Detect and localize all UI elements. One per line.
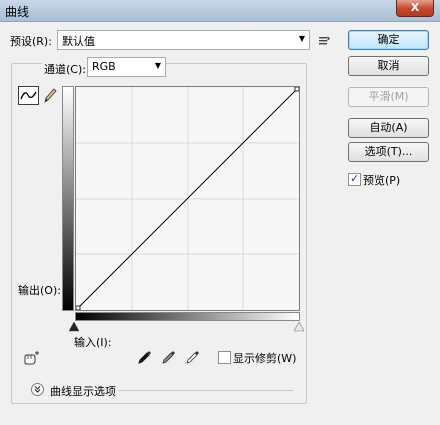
- targeted-adjustment-tool[interactable]: [21, 350, 41, 366]
- cancel-button[interactable]: 取消: [348, 56, 429, 76]
- channel-label: 通道(C):: [42, 61, 88, 77]
- curve-display-options-label: 曲线显示选项: [50, 385, 116, 398]
- input-gradient-bar: [75, 312, 300, 321]
- checkmark-icon: ✓: [350, 172, 360, 185]
- expand-options-toggle[interactable]: [31, 383, 44, 396]
- eyedropper-icon: [186, 351, 199, 364]
- pencil-tool[interactable]: [42, 86, 58, 105]
- double-chevron-down-icon: [34, 386, 41, 393]
- channel-select[interactable]: RGB ▼: [87, 57, 166, 77]
- chevron-down-icon: ▼: [154, 61, 161, 70]
- preset-label: 预设(R):: [10, 35, 52, 48]
- curve-point-tool[interactable]: [18, 86, 39, 105]
- close-button[interactable]: X: [396, 0, 434, 17]
- show-clipping-label: 显示修剪(W): [233, 352, 297, 365]
- divider: [118, 390, 293, 391]
- black-eyedropper[interactable]: [137, 349, 153, 365]
- curve-endpoint-bottom[interactable]: [76, 305, 81, 310]
- channel-value: RGB: [92, 60, 116, 73]
- hand-icon: [24, 351, 39, 365]
- show-clipping-checkbox[interactable]: [218, 351, 231, 364]
- eyedropper-icon: [138, 351, 151, 364]
- eyedropper-icon: [162, 351, 175, 364]
- curve-graph[interactable]: [75, 86, 300, 311]
- pencil-icon: [44, 88, 57, 103]
- white-point-slider[interactable]: [293, 321, 305, 332]
- output-gradient-bar: [62, 86, 74, 311]
- curve-icon: [20, 91, 37, 100]
- curve-endpoint-top[interactable]: [294, 87, 299, 92]
- input-label: 输入(I):: [74, 336, 112, 349]
- ok-button[interactable]: 确定: [348, 30, 429, 50]
- auto-button[interactable]: 自动(A): [348, 118, 429, 138]
- black-point-slider[interactable]: [68, 321, 80, 332]
- options-button[interactable]: 选项(T)...: [348, 142, 429, 162]
- preset-value: 默认值: [62, 35, 95, 48]
- window-title: 曲线: [5, 5, 30, 19]
- title-bar: 曲线 X: [0, 0, 440, 22]
- preview-checkbox[interactable]: ✓: [348, 172, 361, 186]
- gray-eyedropper[interactable]: [161, 349, 177, 365]
- preset-select[interactable]: 默认值 ▼: [57, 30, 310, 50]
- white-eyedropper[interactable]: [185, 349, 201, 365]
- smooth-button[interactable]: 平滑(M): [348, 87, 429, 107]
- chevron-down-icon: ▼: [298, 34, 305, 43]
- preset-options-icon[interactable]: [316, 32, 332, 48]
- output-label: 输出(O):: [18, 284, 61, 297]
- preview-label: 预览(P): [363, 174, 401, 187]
